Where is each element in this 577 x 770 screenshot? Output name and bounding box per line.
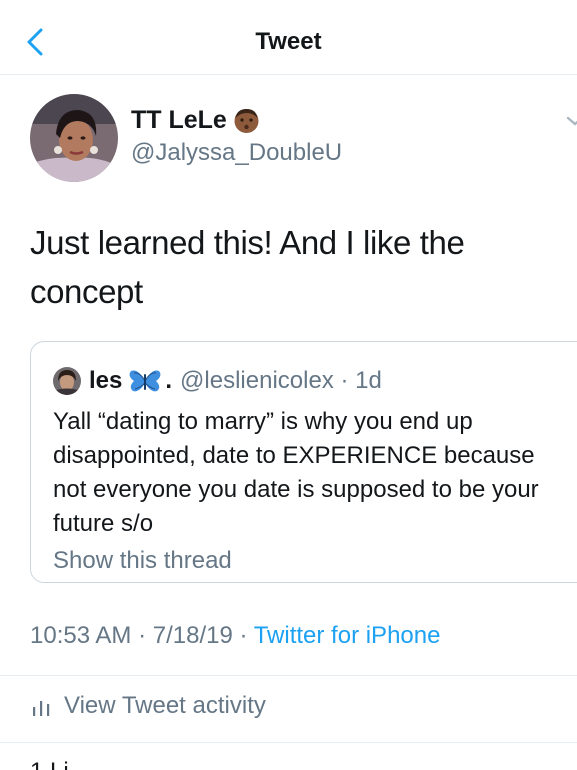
quoted-tweet-card[interactable]: les . @leslienicolex · 1d Yall “dating t…: [30, 341, 577, 583]
status-bar-fragment: · ·: [0, 0, 577, 12]
page-title: Tweet: [255, 28, 322, 55]
tweet-meta: 10:53 AM · 7/18/19 · Twitter for iPhone: [30, 622, 440, 650]
emoji-face-icon: [234, 109, 259, 133]
activity-bars-icon: [33, 701, 50, 716]
butterfly-emoji-icon: [129, 370, 161, 392]
tweet-source-link[interactable]: Twitter for iPhone: [254, 622, 441, 649]
activity-label: View Tweet activity: [64, 692, 266, 719]
show-thread-link[interactable]: Show this thread: [53, 547, 232, 575]
navigation-bar: Tweet: [0, 12, 577, 75]
tweet-text: Just learned this! And I like the concep…: [30, 224, 465, 310]
author-avatar[interactable]: [30, 94, 118, 182]
quoted-tweet-header: les . @leslienicolex · 1d: [53, 367, 382, 395]
divider: [0, 742, 577, 743]
tweet-timestamp: 10:53 AM · 7/18/19 ·: [30, 622, 254, 649]
author-name-row: TT LeLe: [131, 106, 260, 135]
quoted-author-handle: @leslienicolex · 1d: [180, 367, 382, 394]
quoted-author-name: les: [89, 367, 123, 394]
author-name[interactable]: TT LeLe: [131, 106, 227, 135]
view-tweet-activity-button[interactable]: View Tweet activity: [30, 692, 266, 720]
chevron-down-icon[interactable]: [566, 112, 577, 130]
quoted-author-avatar: [53, 367, 81, 395]
quoted-separator: .: [165, 367, 173, 394]
likes-row-fragment: 1 Li: [0, 758, 577, 770]
author-handle[interactable]: @Jalyssa_DoubleU: [131, 139, 342, 167]
quoted-tweet-text: Yall “dating to marry” is why you end up…: [53, 408, 539, 537]
divider: [0, 675, 577, 676]
